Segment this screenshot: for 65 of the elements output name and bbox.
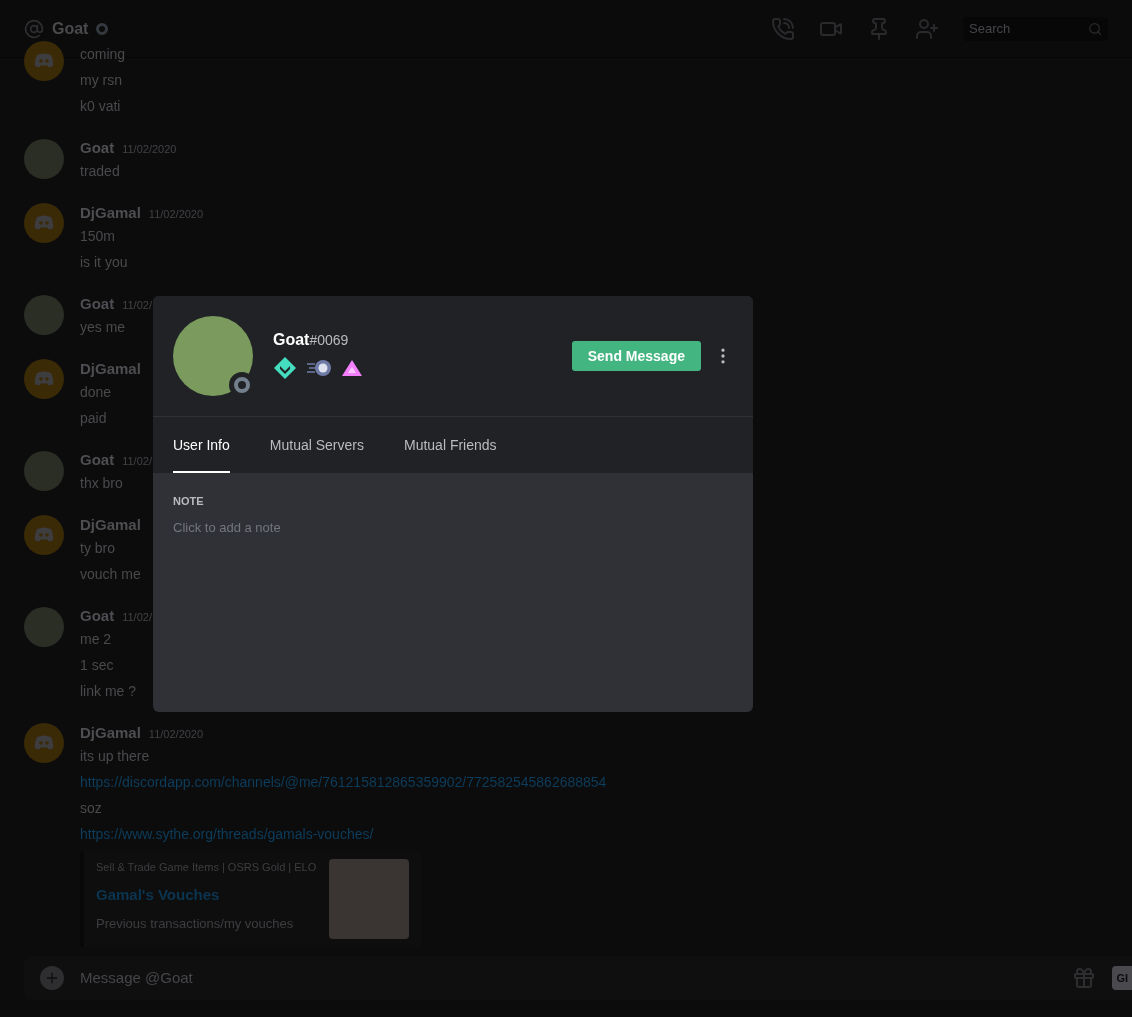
message-timestamp: 11/02/2020 (122, 142, 177, 157)
message-timestamp: 11/02/2020 (148, 727, 204, 742)
author-name[interactable]: DjGamal (80, 203, 141, 223)
avatar-photo-placeholder (24, 295, 64, 335)
author-name[interactable]: DjGamal (80, 359, 141, 379)
author-name[interactable]: DjGamal (80, 723, 141, 743)
profile-tab[interactable]: Mutual Friends (403, 417, 497, 473)
avatar-icon (24, 203, 64, 243)
message-text: coming (80, 45, 126, 64)
note-field[interactable]: Click to add a note (173, 517, 733, 537)
add-user-icon[interactable] (915, 16, 939, 41)
diamond-badge-icon (273, 356, 297, 380)
embed-title[interactable]: Gamal's Vouches (96, 883, 317, 906)
message-text: traded (80, 162, 121, 181)
triangle-badge-icon (341, 358, 363, 378)
note-heading: NOTE (173, 494, 205, 509)
author-name[interactable]: Goat (80, 606, 115, 626)
message-text: is it you (80, 253, 129, 272)
search-input[interactable]: Search (969, 18, 1088, 39)
message-text: 150m (80, 227, 117, 246)
discriminator: #0069 (309, 331, 349, 350)
at-icon (24, 18, 44, 39)
gif-button[interactable]: GI (1112, 966, 1132, 990)
profile-tab[interactable]: User Info (173, 417, 230, 473)
circle-badge-icon (305, 358, 333, 378)
message-text: yes me (80, 318, 127, 337)
message-timestamp: 11/02/ (122, 610, 152, 625)
call-icon[interactable] (771, 16, 795, 41)
avatar-icon (24, 359, 64, 399)
message-text: thx bro (80, 474, 124, 493)
author-name[interactable]: Goat (80, 294, 115, 314)
message-text: its up there (80, 747, 151, 766)
message-link[interactable]: https://discordapp.com/channels/@me/761215812865359902/772582545862688854 (80, 769, 607, 795)
search-field[interactable]: Search (963, 16, 1108, 41)
gift-icon[interactable] (1072, 966, 1097, 990)
avatar-photo-placeholder (24, 451, 64, 491)
message-text: done (80, 383, 113, 402)
message-text: vouch me (80, 565, 141, 584)
message-timestamp: 11/02/ (122, 298, 152, 313)
message-link[interactable]: https://www.sythe.org/threads/gamals-vouches/ (80, 821, 607, 847)
message-text: link me ? (80, 682, 138, 701)
message-text: soz (80, 799, 103, 818)
message-input[interactable]: Message @Goat (80, 966, 1057, 990)
message-text: me 2 (80, 630, 113, 649)
profile-tab[interactable]: Mutual Servers (269, 417, 364, 473)
avatar-icon (24, 41, 64, 81)
send-message-button[interactable]: Send Message (571, 341, 701, 371)
avatar-icon (24, 515, 64, 555)
message-text: my rsn (80, 71, 123, 90)
message-text: ty bro (80, 539, 116, 558)
author-name[interactable]: DjGamal (80, 515, 141, 535)
message-timestamp: 11/02/ (122, 454, 152, 469)
author-name[interactable]: Goat (80, 450, 115, 470)
message-text: 1 sec (80, 656, 115, 675)
search-icon (1087, 20, 1102, 37)
author-name[interactable]: Goat (80, 138, 115, 158)
message-text: k0 vati (80, 97, 122, 116)
username: Goat (273, 330, 310, 350)
add-attachment-icon[interactable] (40, 966, 64, 990)
message-text: paid (80, 409, 108, 428)
channel-title: Goat (52, 18, 89, 39)
message-timestamp: 11/02/2020 (148, 207, 204, 222)
avatar-icon (24, 723, 64, 763)
avatar-photo-placeholder (24, 139, 64, 179)
avatar-photo-placeholder (24, 607, 64, 647)
